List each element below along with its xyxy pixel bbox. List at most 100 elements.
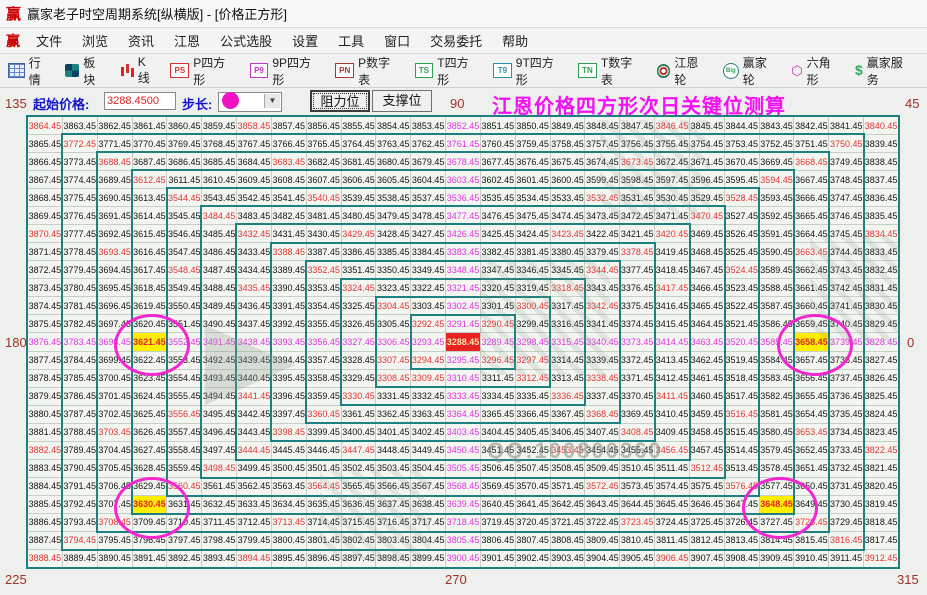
price-cell[interactable]: 3647.45 (724, 495, 760, 514)
price-cell[interactable]: 3897.45 (341, 549, 377, 568)
price-cell[interactable]: 3523.45 (724, 279, 760, 298)
price-cell[interactable]: 3616.45 (132, 243, 168, 262)
price-cell[interactable]: 3389.45 (271, 261, 307, 280)
price-cell[interactable]: 3793.45 (62, 513, 98, 532)
price-cell[interactable]: 3459.45 (689, 405, 725, 424)
price-cell[interactable]: 3832.45 (864, 261, 899, 280)
price-cell[interactable]: 3337.45 (585, 387, 621, 406)
price-cell[interactable]: 3362.45 (376, 405, 412, 424)
price-cell[interactable]: 3407.45 (585, 423, 621, 442)
price-cell[interactable]: 3288.45 (446, 333, 481, 352)
price-cell[interactable]: 3896.45 (306, 549, 342, 568)
price-cell[interactable]: 3715.45 (341, 513, 377, 532)
price-cell[interactable]: 3713.45 (271, 513, 307, 532)
price-cell[interactable]: 3493.45 (202, 369, 238, 388)
price-cell[interactable]: 3836.45 (864, 189, 899, 208)
price-cell[interactable]: 3642.45 (550, 495, 586, 514)
price-cell[interactable]: 3353.45 (306, 279, 342, 298)
price-cell[interactable]: 3338.45 (585, 369, 621, 388)
price-cell[interactable]: 3327.45 (341, 333, 377, 352)
price-cell[interactable]: 3719.45 (480, 513, 516, 532)
price-cell[interactable]: 3541.45 (271, 189, 307, 208)
price-cell[interactable]: 3734.45 (829, 423, 865, 442)
price-cell[interactable]: 3602.45 (480, 171, 516, 190)
price-cell[interactable]: 3846.45 (655, 117, 690, 136)
price-cell[interactable]: 3840.45 (864, 117, 899, 136)
price-cell[interactable]: 3438.45 (237, 333, 272, 352)
price-cell[interactable]: 3351.45 (341, 261, 377, 280)
price-cell[interactable]: 3678.45 (446, 153, 481, 172)
price-cell[interactable]: 3399.45 (306, 423, 342, 442)
menu-item-窗口[interactable]: 窗口 (374, 31, 420, 52)
price-cell[interactable]: 3325.45 (341, 297, 377, 316)
price-cell[interactable]: 3833.45 (864, 243, 899, 262)
price-cell[interactable]: 3363.45 (411, 405, 447, 424)
price-cell[interactable]: 3462.45 (689, 351, 725, 370)
price-cell[interactable]: 3741.45 (829, 297, 865, 316)
price-cell[interactable]: 3688.45 (97, 153, 133, 172)
menu-item-帮助[interactable]: 帮助 (492, 31, 538, 52)
price-cell[interactable]: 3564.45 (306, 477, 342, 496)
price-cell[interactable]: 3755.45 (655, 135, 690, 154)
toolbar-item-P四方形[interactable]: PS P四方形 (170, 54, 236, 88)
price-cell[interactable]: 3851.45 (480, 117, 516, 136)
price-cell[interactable]: 3296.45 (480, 351, 516, 370)
price-cell[interactable]: 3342.45 (585, 297, 621, 316)
price-cell[interactable]: 3780.45 (62, 279, 98, 298)
price-cell[interactable]: 3761.45 (446, 135, 481, 154)
toolbar-item-江恩轮[interactable]: 江恩轮 (656, 54, 710, 88)
price-cell[interactable]: 3488.45 (202, 279, 238, 298)
price-cell[interactable]: 3481.45 (306, 207, 342, 226)
price-cell[interactable]: 3425.45 (480, 225, 516, 244)
price-cell[interactable]: 3603.45 (446, 171, 481, 190)
price-cell[interactable]: 3700.45 (97, 369, 133, 388)
price-cell[interactable]: 3695.45 (97, 279, 133, 298)
price-cell[interactable]: 3815.45 (794, 531, 830, 550)
price-cell[interactable]: 3595.45 (724, 171, 760, 190)
price-cell[interactable]: 3424.45 (515, 225, 551, 244)
price-cell[interactable]: 3763.45 (376, 135, 412, 154)
price-cell[interactable]: 3653.45 (794, 423, 830, 442)
price-cell[interactable]: 3639.45 (446, 495, 481, 514)
price-cell[interactable]: 3440.45 (237, 369, 272, 388)
price-cell[interactable]: 3818.45 (864, 513, 899, 532)
price-cell[interactable]: 3636.45 (341, 495, 377, 514)
price-cell[interactable]: 3696.45 (97, 297, 133, 316)
price-cell[interactable]: 3749.45 (829, 153, 865, 172)
price-cell[interactable]: 3730.45 (829, 495, 865, 514)
price-cell[interactable]: 3669.45 (759, 153, 795, 172)
price-cell[interactable]: 3852.45 (446, 117, 481, 136)
price-cell[interactable]: 3452.45 (515, 441, 551, 460)
price-cell[interactable]: 3360.45 (306, 405, 342, 424)
price-cell[interactable]: 3671.45 (689, 153, 725, 172)
price-cell[interactable]: 3513.45 (724, 459, 760, 478)
price-cell[interactable]: 3463.45 (689, 333, 725, 352)
price-cell[interactable]: 3899.45 (411, 549, 447, 568)
price-cell[interactable]: 3651.45 (794, 459, 830, 478)
price-cell[interactable]: 3321.45 (446, 279, 481, 298)
price-cell[interactable]: 3582.45 (759, 387, 795, 406)
price-cell[interactable]: 3607.45 (306, 171, 342, 190)
price-cell[interactable]: 3891.45 (132, 549, 168, 568)
price-cell[interactable]: 3300.45 (515, 297, 551, 316)
price-cell[interactable]: 3416.45 (655, 297, 690, 316)
price-cell[interactable]: 3835.45 (864, 207, 899, 226)
price-cell[interactable]: 3522.45 (724, 297, 760, 316)
price-cell[interactable]: 3786.45 (62, 387, 98, 406)
price-cell[interactable]: 3348.45 (446, 261, 481, 280)
price-cell[interactable]: 3828.45 (864, 333, 899, 352)
price-cell[interactable]: 3411.45 (655, 387, 690, 406)
price-cell[interactable]: 3446.45 (306, 441, 342, 460)
price-cell[interactable]: 3645.45 (655, 495, 690, 514)
price-cell[interactable]: 3470.45 (689, 207, 725, 226)
price-cell[interactable]: 3628.45 (132, 459, 168, 478)
price-cell[interactable]: 3586.45 (759, 315, 795, 334)
price-cell[interactable]: 3377.45 (620, 261, 656, 280)
price-cell[interactable]: 3486.45 (202, 243, 238, 262)
price-cell[interactable]: 3511.45 (655, 459, 690, 478)
price-cell[interactable]: 3583.45 (759, 369, 795, 388)
toolbar-item-9P四方形[interactable]: P9 9P四方形 (249, 54, 323, 88)
price-cell[interactable]: 3705.45 (97, 459, 133, 478)
price-cell[interactable]: 3756.45 (620, 135, 656, 154)
price-cell[interactable]: 3701.45 (97, 387, 133, 406)
